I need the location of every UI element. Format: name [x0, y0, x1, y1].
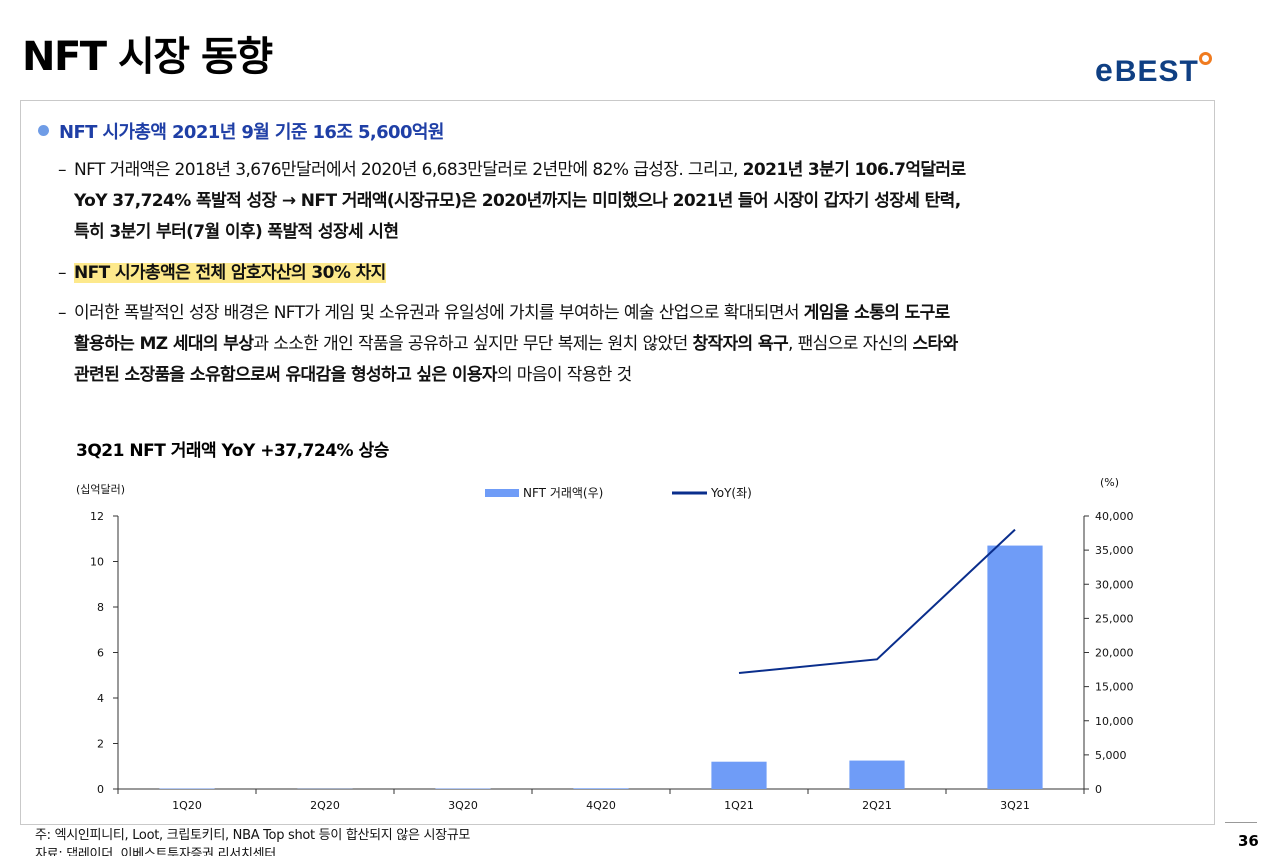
y-right-unit-label: (%) [1100, 476, 1119, 489]
page-number: 36 [1238, 832, 1259, 850]
nft-transaction-chart: 0 2 4 6 8 10 12 0 5,000 10,000 15,000 20,000 25,000 3… [76, 476, 1134, 812]
y-left-tick-label: 8 [97, 601, 104, 614]
y-left-tick-label: 10 [90, 556, 104, 569]
y-right-tick-label: 25,000 [1095, 612, 1134, 625]
bar-1Q21 [711, 761, 767, 789]
x-tick-label: 3Q21 [1000, 799, 1030, 812]
y-right-tick-label: 0 [1095, 783, 1102, 796]
y-right-tick-label: 20,000 [1095, 647, 1134, 660]
y-left-tick-label: 2 [97, 738, 104, 751]
x-tick-label: 2Q20 [310, 799, 340, 812]
bar-3Q21 [987, 545, 1043, 789]
x-tick-label: 4Q20 [586, 799, 616, 812]
y-left-unit-label: (십억달러) [76, 483, 125, 496]
y-right-tick-label: 40,000 [1095, 510, 1134, 523]
x-tick-label: 3Q20 [448, 799, 478, 812]
bar-4Q20 [573, 788, 629, 789]
legend-bar-swatch [485, 489, 519, 497]
legend-bar-label: NFT 거래액(우) [523, 486, 603, 500]
y-right-tick-label: 35,000 [1095, 544, 1134, 557]
bar-2Q21 [849, 760, 905, 789]
y-left-tick-label: 6 [97, 647, 104, 660]
x-tick-label: 1Q21 [724, 799, 754, 812]
footnote-note: 주: 엑시인피니티, Loot, 크립토키티, NBA Top shot 등이 … [35, 828, 471, 843]
y-right-tick-label: 15,000 [1095, 681, 1134, 694]
yoy-line [738, 528, 1016, 674]
footnote: 주: 엑시인피니티, Loot, 크립토키티, NBA Top shot 등이 … [35, 826, 470, 856]
y-right-tick-label: 5,000 [1095, 749, 1127, 762]
footnote-source: 자료: 댑레이더, 이베스트투자증권 리서치센터 [35, 847, 276, 856]
y-left-tick-label: 0 [97, 783, 104, 796]
x-tick-label: 2Q21 [862, 799, 892, 812]
y-left-tick-label: 12 [90, 510, 104, 523]
x-tick-label: 1Q20 [172, 799, 202, 812]
y-right-tick-label: 30,000 [1095, 578, 1134, 591]
legend-line-label: YoY(좌) [710, 486, 752, 500]
y-left-tick-label: 4 [97, 692, 104, 705]
y-right-tick-label: 10,000 [1095, 715, 1134, 728]
page-number-rule [1225, 822, 1257, 823]
